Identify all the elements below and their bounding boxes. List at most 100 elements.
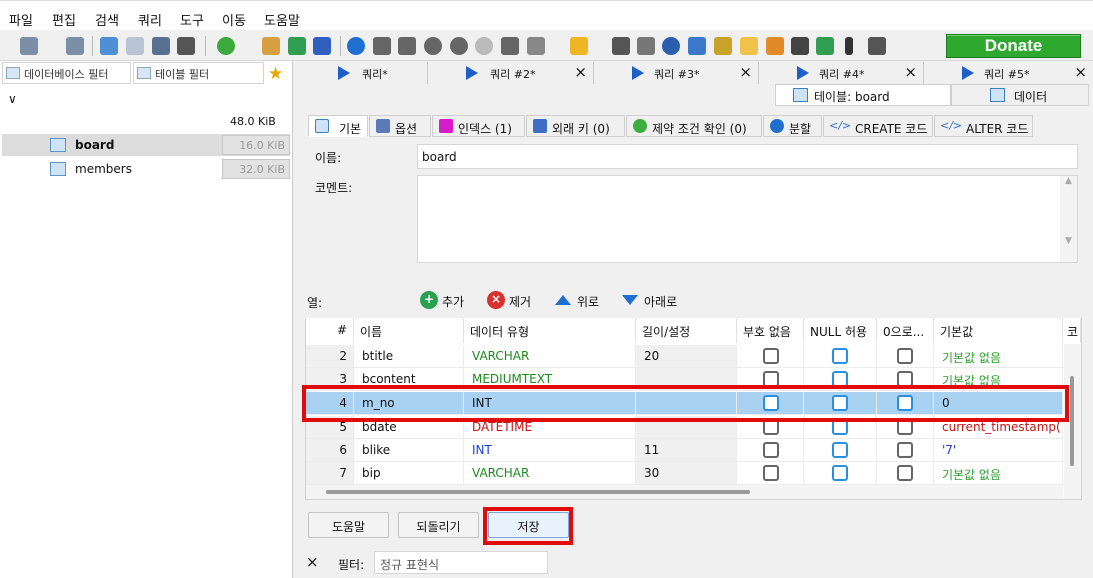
run-icon[interactable] (527, 37, 545, 55)
scroll-thumb[interactable] (326, 490, 750, 494)
star-icon[interactable]: ★ (268, 65, 286, 83)
table-row[interactable]: 2 btitle VARCHAR 20 기본값 없음 (306, 345, 1063, 368)
zerofill-cell[interactable] (877, 462, 934, 485)
header-number[interactable]: # (306, 318, 354, 343)
tab-indexes[interactable]: 인덱스 (1) (432, 115, 525, 137)
move-up-button[interactable]: 위로 (555, 290, 610, 312)
warning-icon[interactable] (740, 37, 758, 55)
unsigned-checkbox[interactable] (763, 348, 779, 364)
tab-query-2[interactable]: 쿼리 #2* × (428, 62, 594, 84)
database-filter-input[interactable]: 데이터베이스 필터 (2, 62, 131, 84)
folder-icon[interactable] (570, 37, 588, 55)
header-unsigned[interactable]: 부호 없음 (737, 318, 804, 343)
zerofill-checkbox[interactable] (897, 465, 913, 481)
tab-create-code[interactable]: </> CREATE 코드 (823, 115, 933, 137)
wrap-icon[interactable] (791, 37, 809, 55)
revert-button[interactable]: 되돌리기 (398, 512, 479, 538)
close-tab-icon[interactable]: × (1074, 63, 1087, 81)
format-icon[interactable] (637, 37, 655, 55)
cancel-icon[interactable] (501, 37, 519, 55)
print-icon[interactable] (177, 37, 195, 55)
allow-null-checkbox[interactable] (832, 465, 848, 481)
semicolon-icon[interactable] (845, 37, 853, 55)
tree-item-board[interactable]: board 16.0 KiB (2, 134, 290, 156)
allow-null-checkbox[interactable] (832, 348, 848, 364)
tab-table-board[interactable]: 테이블: board (775, 84, 951, 106)
remove-icon[interactable] (450, 37, 468, 55)
tab-alter-code[interactable]: </> ALTER 코드 (934, 115, 1033, 137)
length-cell[interactable]: 20 (636, 345, 737, 368)
tab-query-4[interactable]: 쿼리 #4* × (759, 62, 924, 84)
move-down-button[interactable]: 아래로 (622, 290, 684, 312)
data-type-cell[interactable]: VARCHAR (464, 345, 636, 368)
menu-edit[interactable]: 편집 (52, 10, 76, 29)
allow-null-cell[interactable] (804, 345, 877, 368)
unsigned-cell[interactable] (737, 462, 804, 485)
undo-icon[interactable] (152, 37, 170, 55)
collapse-chevron-icon[interactable]: ∨ (8, 92, 17, 106)
tab-query-3[interactable]: 쿼리 #3* × (594, 62, 759, 84)
menu-help[interactable]: 도움말 (264, 10, 300, 29)
header-default[interactable]: 기본값 (934, 318, 1063, 343)
help-icon[interactable] (347, 37, 365, 55)
zerofill-checkbox[interactable] (897, 442, 913, 458)
length-cell[interactable]: 30 (636, 462, 737, 485)
users-icon[interactable] (262, 37, 280, 55)
tab-data[interactable]: 데이터 (951, 84, 1089, 106)
check-icon[interactable] (475, 37, 493, 55)
column-name-cell[interactable]: blike (354, 439, 464, 462)
header-comment[interactable]: 코 (1063, 318, 1081, 343)
tab-basic[interactable]: 기본 (308, 115, 368, 137)
zerofill-checkbox[interactable] (897, 348, 913, 364)
disconnect-icon[interactable] (66, 37, 84, 55)
header-data-type[interactable]: 데이터 유형 (464, 318, 636, 343)
tab-query-5[interactable]: 쿼리 #5* × (924, 62, 1093, 84)
help-button[interactable]: 도움말 (308, 512, 389, 538)
refresh-icon[interactable] (217, 37, 235, 55)
data-type-cell[interactable]: INT (464, 439, 636, 462)
remove-column-button[interactable]: × 제거 (487, 290, 539, 312)
default-value-cell[interactable]: 기본값 없음 (934, 345, 1063, 368)
tab-check-constraints[interactable]: 제약 조건 확인 (0) (626, 115, 762, 137)
zerofill-cell[interactable] (877, 345, 934, 368)
row-number-cell[interactable]: 2 (306, 345, 354, 368)
donate-button[interactable]: Donate (946, 34, 1081, 58)
close-tab-icon[interactable]: × (904, 63, 917, 81)
export-icon[interactable] (288, 37, 306, 55)
tab-foreign-keys[interactable]: 외래 키 (0) (526, 115, 625, 137)
header-allow-null[interactable]: NULL 허용 (804, 318, 877, 343)
filter-regex-input[interactable]: 정규 표현식 (374, 551, 548, 574)
column-name-cell[interactable]: bip (354, 462, 464, 485)
add-icon[interactable] (424, 37, 442, 55)
tab-partitions[interactable]: 분할 (763, 115, 822, 137)
data-type-cell[interactable]: VARCHAR (464, 462, 636, 485)
comment-input[interactable]: ▲ ▼ (417, 175, 1078, 263)
binary-icon[interactable] (766, 37, 784, 55)
tab-query-1[interactable]: 쿼리* (296, 62, 428, 84)
menu-query[interactable]: 쿼리 (138, 10, 162, 29)
copy-icon[interactable] (100, 37, 118, 55)
last-icon[interactable] (398, 37, 416, 55)
length-cell[interactable]: 11 (636, 439, 737, 462)
table-row[interactable]: 6 blike INT 11 '7' (306, 439, 1063, 462)
scroll-thumb[interactable] (1070, 376, 1074, 466)
close-tab-icon[interactable]: × (574, 63, 587, 81)
find-icon[interactable] (662, 37, 680, 55)
first-icon[interactable] (373, 37, 391, 55)
menu-search[interactable]: 검색 (95, 10, 119, 29)
allow-null-checkbox[interactable] (832, 442, 848, 458)
unsigned-checkbox[interactable] (763, 465, 779, 481)
transfer-icon[interactable] (313, 37, 331, 55)
unsigned-checkbox[interactable] (763, 442, 779, 458)
zerofill-cell[interactable] (877, 439, 934, 462)
menu-file[interactable]: 파일 (9, 10, 33, 29)
menu-go[interactable]: 이동 (222, 10, 246, 29)
paste-icon[interactable] (126, 37, 144, 55)
table-row[interactable]: 7 bip VARCHAR 30 기본값 없음 (306, 462, 1063, 485)
menu-tools[interactable]: 도구 (180, 10, 204, 29)
default-value-cell[interactable]: 기본값 없음 (934, 462, 1063, 485)
close-icon[interactable] (868, 37, 886, 55)
allow-null-cell[interactable] (804, 462, 877, 485)
grid-horizontal-scrollbar[interactable] (306, 485, 1063, 499)
unsigned-cell[interactable] (737, 345, 804, 368)
